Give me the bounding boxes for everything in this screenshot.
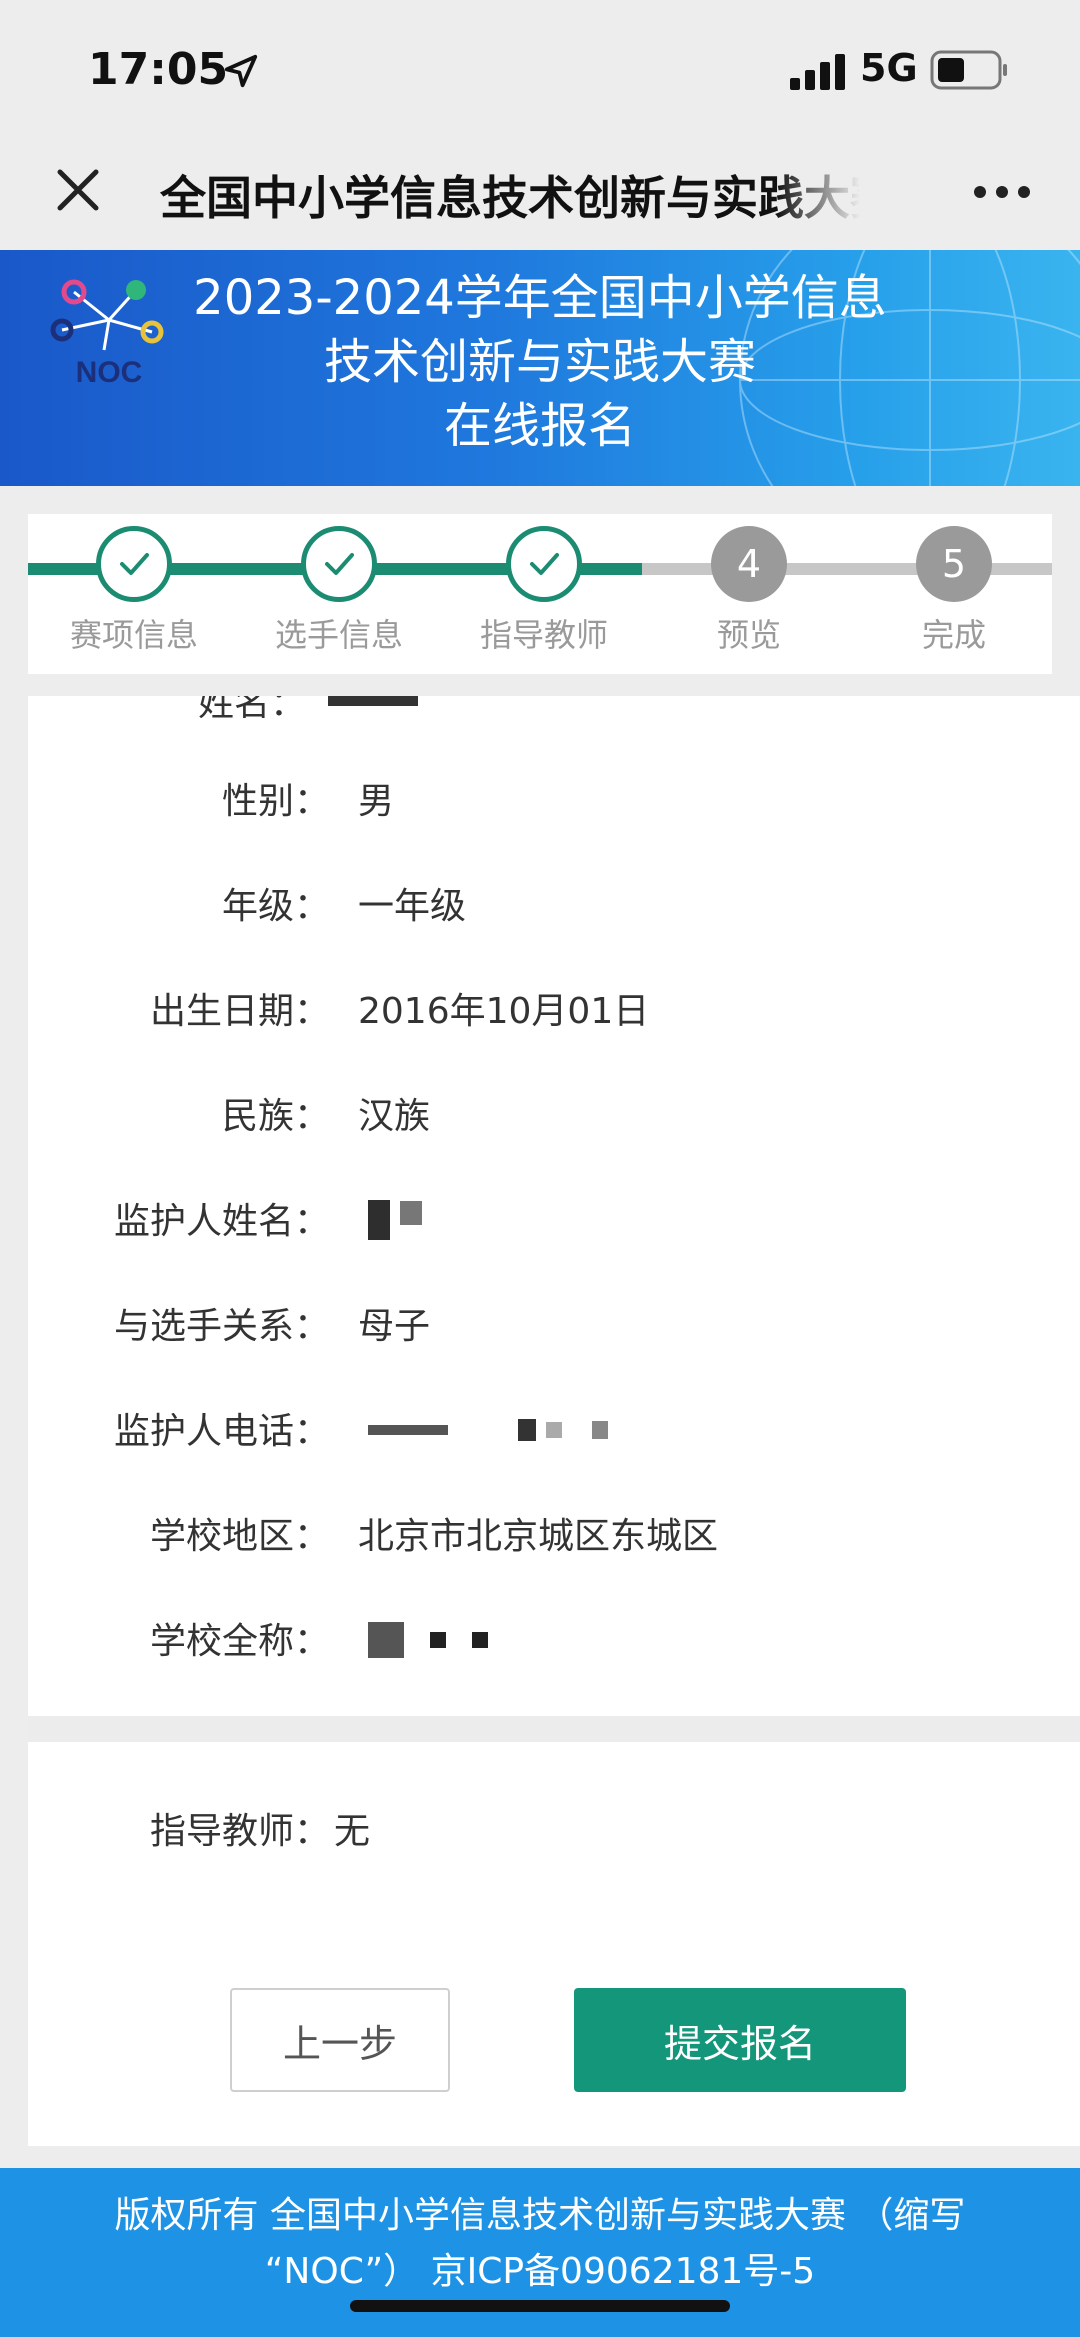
field-value: 无 xyxy=(334,1811,371,1852)
field-value: 北京市北京城区东城区 xyxy=(358,1516,719,1557)
preview-form: 姓名： 性别： 男 年级： 一年级 出生日期： 2016年10月01日 民族： … xyxy=(28,696,1080,2146)
step-player-info: 选手信息 xyxy=(269,526,409,656)
field-value: 一年级 xyxy=(358,886,467,927)
more-icon[interactable] xyxy=(972,182,1032,202)
field-label: 学校地区： xyxy=(149,1516,330,1557)
form-row-gender: 性别： 男 xyxy=(28,772,1080,832)
signal-icon xyxy=(790,54,845,90)
field-label: 监护人姓名： xyxy=(113,1201,330,1242)
form-row-birthdate: 出生日期： 2016年10月01日 xyxy=(28,982,1080,1042)
step-event-info: 赛项信息 xyxy=(64,526,204,656)
banner-title-line1: 2023-2024学年全国中小学信息 xyxy=(193,270,887,326)
step-label: 赛项信息 xyxy=(69,616,198,654)
submit-registration-button[interactable]: 提交报名 xyxy=(574,1988,906,2092)
field-label: 监护人电话： xyxy=(113,1411,330,1452)
redacted-value xyxy=(368,1198,422,1242)
redacted-value xyxy=(368,1408,608,1452)
location-arrow-icon xyxy=(224,54,258,88)
form-row-guardian-name: 监护人姓名： xyxy=(28,1192,1080,1252)
field-value: 母子 xyxy=(358,1306,431,1347)
step-number: 4 xyxy=(711,526,787,602)
step-check-icon xyxy=(301,526,377,602)
step-label: 选手信息 xyxy=(274,616,403,654)
field-value: 汉族 xyxy=(358,1096,431,1137)
step-instructor: 指导教师 xyxy=(474,526,614,656)
field-label: 出生日期： xyxy=(149,991,330,1032)
step-complete: 5 完成 xyxy=(884,526,1024,656)
header-banner: NOC 2023-2024学年全国中小学信息 技术创新与实践大赛 在线报名 xyxy=(0,250,1080,486)
logo-text: NOC xyxy=(76,356,143,389)
step-label: 完成 xyxy=(921,616,986,654)
form-row-instructor: 指导教师： 无 xyxy=(28,1802,1080,1862)
field-label: 年级： xyxy=(221,886,330,927)
form-row-relation: 与选手关系： 母子 xyxy=(28,1297,1080,1357)
banner-title-line3: 在线报名 xyxy=(443,398,636,454)
field-value: 男 xyxy=(358,781,395,822)
field-value: 2016年10月01日 xyxy=(358,991,650,1032)
prev-step-button[interactable]: 上一步 xyxy=(230,1988,450,2092)
field-label: 姓名： xyxy=(198,696,307,718)
field-label: 性别： xyxy=(221,781,330,822)
network-type: 5G xyxy=(860,46,918,90)
step-preview: 4 预览 xyxy=(679,526,819,656)
step-check-icon xyxy=(506,526,582,602)
nav-bar: 全国中小学信息技术创新与实践大赛 xyxy=(0,140,1080,250)
redacted-value xyxy=(368,1618,488,1662)
step-check-icon xyxy=(96,526,172,602)
field-label: 学校全称： xyxy=(149,1621,330,1662)
form-row-school-name: 学校全称： xyxy=(28,1612,1080,1672)
banner-title: 2023-2024学年全国中小学信息 技术创新与实践大赛 在线报名 xyxy=(140,266,940,458)
partial-name-row: 姓名： xyxy=(28,696,1080,718)
field-label: 与选手关系： xyxy=(113,1306,330,1347)
page-title: 全国中小学信息技术创新与实践大赛 xyxy=(160,171,860,222)
banner-title-line2: 技术创新与实践大赛 xyxy=(323,334,756,390)
form-row-ethnicity: 民族： 汉族 xyxy=(28,1087,1080,1147)
battery-icon xyxy=(930,50,1007,90)
field-label: 民族： xyxy=(221,1096,330,1137)
progress-stepper: 赛项信息 选手信息 指导教师 4 预览 5 完成 xyxy=(28,514,1052,674)
form-row-grade: 年级： 一年级 xyxy=(28,877,1080,937)
home-indicator xyxy=(350,2300,730,2312)
field-label: 指导教师： xyxy=(149,1811,330,1852)
close-icon[interactable] xyxy=(52,164,104,216)
step-label: 指导教师 xyxy=(479,616,608,654)
step-number: 5 xyxy=(916,526,992,602)
footer-icp: “NOC”） 京ICP备09062181号-5 xyxy=(264,2251,816,2292)
form-row-guardian-phone: 监护人电话： xyxy=(28,1402,1080,1462)
status-bar: 17:05 5G xyxy=(0,0,1080,140)
status-time: 17:05 xyxy=(88,44,229,95)
form-row-school-region: 学校地区： 北京市北京城区东城区 xyxy=(28,1507,1080,1567)
footer-copyright: 版权所有 全国中小学信息技术创新与实践大赛 （缩写 xyxy=(114,2195,966,2236)
redacted-value xyxy=(328,696,418,706)
section-divider xyxy=(28,1716,1080,1742)
step-label: 预览 xyxy=(716,616,781,654)
